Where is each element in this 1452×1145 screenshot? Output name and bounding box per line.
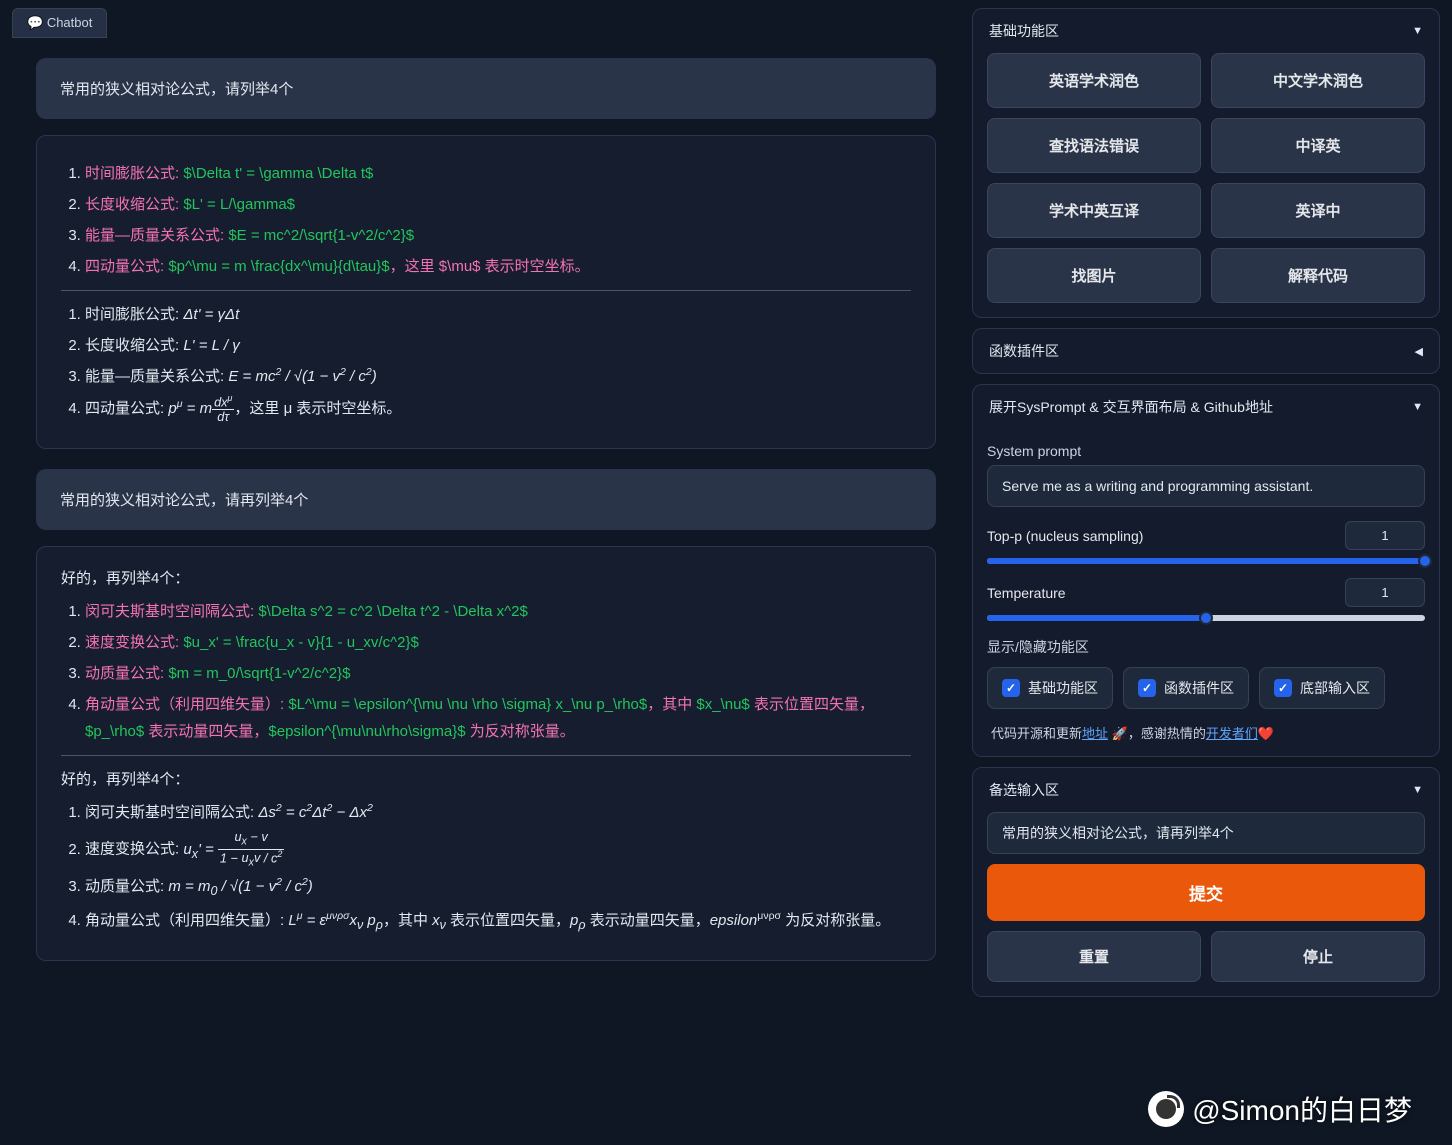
toggle-checkbox-0[interactable]: ✓基础功能区 bbox=[987, 667, 1113, 709]
chat-icon: 💬 bbox=[27, 15, 43, 30]
temperature-label: Temperature bbox=[987, 585, 1066, 601]
tab-chatbot[interactable]: 💬 Chatbot bbox=[12, 8, 107, 38]
function-button-4[interactable]: 学术中英互译 bbox=[987, 183, 1201, 238]
source-link[interactable]: 地址 bbox=[1082, 726, 1108, 741]
advanced-section: 展开SysPrompt & 交互界面布局 & Github地址 ▼ System… bbox=[972, 384, 1440, 757]
check-icon: ✓ bbox=[1274, 679, 1292, 697]
chevron-down-icon: ▼ bbox=[1412, 784, 1423, 796]
toggle-label: 显示/隐藏功能区 bbox=[987, 637, 1425, 657]
chevron-down-icon: ▼ bbox=[1412, 401, 1423, 413]
function-button-0[interactable]: 英语学术润色 bbox=[987, 53, 1201, 108]
plugin-section: 函数插件区 ◀ bbox=[972, 328, 1440, 374]
stop-button[interactable]: 停止 bbox=[1211, 931, 1425, 982]
tab-label: Chatbot bbox=[47, 15, 93, 30]
temperature-value[interactable]: 1 bbox=[1345, 578, 1425, 607]
reset-button[interactable]: 重置 bbox=[987, 931, 1201, 982]
section-header-advanced[interactable]: 展开SysPrompt & 交互界面布局 & Github地址 ▼ bbox=[973, 385, 1439, 429]
check-icon: ✓ bbox=[1002, 679, 1020, 697]
chevron-down-icon: ▼ bbox=[1412, 25, 1423, 37]
section-header-basic[interactable]: 基础功能区 ▼ bbox=[973, 9, 1439, 53]
section-header-plugins[interactable]: 函数插件区 ◀ bbox=[973, 329, 1439, 373]
system-prompt-input[interactable] bbox=[987, 465, 1425, 507]
temperature-slider[interactable] bbox=[987, 615, 1425, 621]
chat-panel: 💬 Chatbot 常用的狭义相对论公式，请列举4个 时间膨胀公式: $\Del… bbox=[0, 0, 972, 1145]
toggle-checkbox-1[interactable]: ✓函数插件区 bbox=[1123, 667, 1249, 709]
credits-line: 代码开源和更新地址 🚀，感谢热情的开发者们❤️ bbox=[987, 709, 1425, 742]
toggle-checkbox-2[interactable]: ✓底部输入区 bbox=[1259, 667, 1385, 709]
chevron-left-icon: ◀ bbox=[1415, 345, 1423, 358]
system-prompt-label: System prompt bbox=[987, 443, 1425, 459]
function-button-2[interactable]: 查找语法错误 bbox=[987, 118, 1201, 173]
bot-message: 时间膨胀公式: $\Delta t' = \gamma \Delta t$ 长度… bbox=[36, 135, 936, 449]
chat-scroll[interactable]: 常用的狭义相对论公式，请列举4个 时间膨胀公式: $\Delta t' = \g… bbox=[12, 46, 960, 1137]
topp-label: Top-p (nucleus sampling) bbox=[987, 528, 1143, 544]
tab-bar: 💬 Chatbot bbox=[12, 8, 960, 38]
devs-link[interactable]: 开发者们 bbox=[1206, 726, 1258, 741]
topp-value[interactable]: 1 bbox=[1345, 521, 1425, 550]
sidebar: 基础功能区 ▼ 英语学术润色中文学术润色查找语法错误中译英学术中英互译英译中找图… bbox=[972, 0, 1452, 1145]
user-message: 常用的狭义相对论公式，请列举4个 bbox=[36, 58, 936, 119]
user-message: 常用的狭义相对论公式，请再列举4个 bbox=[36, 469, 936, 530]
alt-input-section: 备选输入区 ▼ 提交 重置 停止 bbox=[972, 767, 1440, 997]
function-button-3[interactable]: 中译英 bbox=[1211, 118, 1425, 173]
check-icon: ✓ bbox=[1138, 679, 1156, 697]
submit-button[interactable]: 提交 bbox=[987, 864, 1425, 921]
basic-functions-section: 基础功能区 ▼ 英语学术润色中文学术润色查找语法错误中译英学术中英互译英译中找图… bbox=[972, 8, 1440, 318]
function-button-6[interactable]: 找图片 bbox=[987, 248, 1201, 303]
bot-message: 好的，再列举4个： 闵可夫斯基时空间隔公式: $\Delta s^2 = c^2… bbox=[36, 546, 936, 961]
section-header-alt-input[interactable]: 备选输入区 ▼ bbox=[973, 768, 1439, 812]
function-button-1[interactable]: 中文学术润色 bbox=[1211, 53, 1425, 108]
function-button-7[interactable]: 解释代码 bbox=[1211, 248, 1425, 303]
topp-slider[interactable] bbox=[987, 558, 1425, 564]
function-button-5[interactable]: 英译中 bbox=[1211, 183, 1425, 238]
alt-input-field[interactable] bbox=[987, 812, 1425, 854]
